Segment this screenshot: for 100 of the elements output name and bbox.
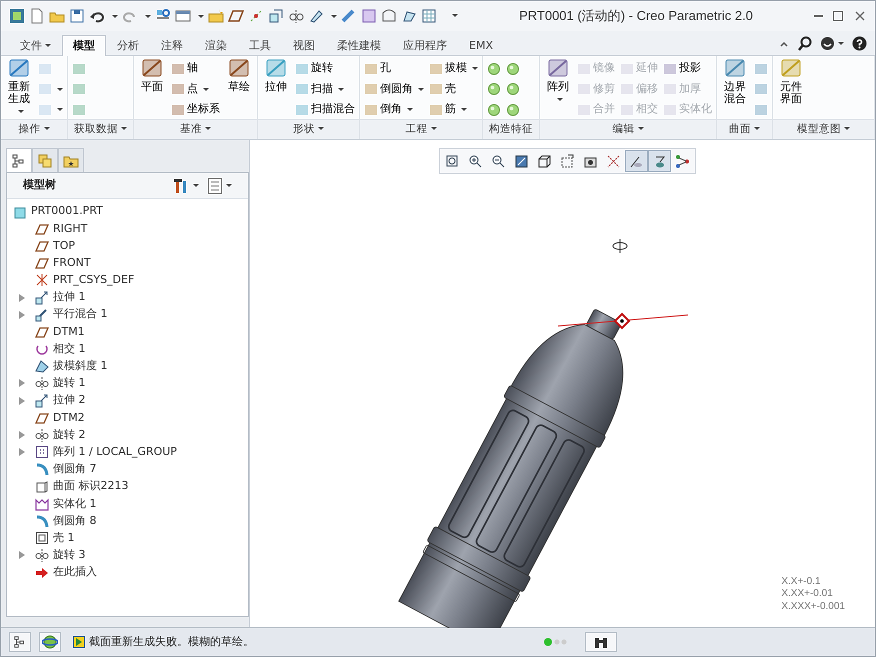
ribbon-button[interactable]: 倒圆角 — [363, 80, 425, 98]
show-button[interactable] — [207, 176, 232, 194]
ribbon-button[interactable]: 点 — [170, 80, 221, 98]
ribbon-tab[interactable]: EMX — [458, 34, 504, 56]
ribbon-tab[interactable]: 视图 — [282, 34, 326, 56]
community-button[interactable] — [820, 36, 844, 51]
tree-item[interactable]: PRT0001.PRT — [31, 203, 103, 220]
group-label-button[interactable]: 基准 — [134, 119, 257, 139]
expand-arrow[interactable] — [19, 431, 25, 440]
group-label-button[interactable]: 模型意图 — [773, 119, 874, 139]
new-file-button[interactable] — [29, 8, 45, 24]
expand-arrow[interactable] — [19, 448, 25, 456]
ribbon-button[interactable]: 筋 — [428, 100, 479, 119]
tree-item[interactable]: PRT_CSYS_DEF — [53, 272, 134, 289]
ribbon-button[interactable]: 拔模 — [428, 59, 479, 78]
group-label-button[interactable]: 编辑 — [540, 119, 716, 139]
tree-icon — [13, 635, 27, 649]
app-logo-button[interactable] — [9, 8, 25, 24]
tree-item[interactable]: 旋转 3 — [53, 547, 86, 564]
tree-item[interactable]: 曲面 标识2213 — [53, 478, 128, 495]
tree-item[interactable]: RIGHT — [53, 220, 88, 238]
tree-item[interactable]: DTM1 — [53, 324, 85, 340]
find-button[interactable] — [585, 632, 617, 652]
tree-toggle-button[interactable] — [9, 632, 31, 652]
surface-button[interactable] — [381, 8, 397, 24]
navigator-tab[interactable] — [6, 148, 32, 172]
group-label-button[interactable]: 操作 — [1, 119, 67, 139]
ribbon-button[interactable]: 边界混合 — [720, 59, 750, 119]
ribbon-button[interactable]: 元件界面 — [776, 59, 806, 119]
ribbon-tab[interactable]: 分析 — [106, 34, 150, 56]
group-label-button[interactable]: 形状 — [258, 119, 359, 139]
caret-icon — [205, 127, 211, 130]
ribbon-tab[interactable]: 注释 — [150, 34, 194, 56]
ribbon-tab[interactable]: 柔性建模 — [326, 34, 392, 56]
tree-filters-button[interactable] — [172, 176, 199, 194]
search-button[interactable] — [797, 36, 812, 51]
maximize-button[interactable] — [831, 9, 845, 23]
square-button[interactable] — [361, 8, 377, 24]
ribbon-button[interactable]: 孔 — [363, 59, 425, 78]
ribbon-button[interactable]: 坐标系 — [170, 100, 221, 119]
ribbon-tab[interactable]: 应用程序 — [392, 34, 458, 56]
cube-outline-button[interactable] — [268, 8, 284, 24]
browser-toggle-button[interactable] — [39, 632, 61, 652]
tree-item[interactable]: FRONT — [53, 254, 91, 272]
group-label-button[interactable]: 工程 — [360, 119, 482, 139]
tree-item[interactable]: 在此插入 — [53, 564, 97, 581]
ribbon-tab[interactable]: 模型 — [62, 34, 106, 56]
tree-item[interactable]: 倒圆角 8 — [53, 512, 96, 530]
tree-item[interactable]: 旋转 2 — [53, 426, 86, 444]
axis-dots-button[interactable] — [248, 8, 264, 24]
ribbon-tab[interactable]: 渲染 — [194, 34, 238, 56]
tree-item[interactable]: 拉伸 1 — [53, 289, 86, 306]
tree-item[interactable]: 壳 1 — [53, 530, 74, 546]
revolve-button[interactable] — [288, 8, 304, 24]
grid-button[interactable] — [421, 8, 437, 24]
tree-item[interactable]: 旋转 1 — [53, 375, 86, 392]
group-label-button[interactable]: 曲面 — [717, 119, 772, 139]
tree-item[interactable]: 平行混合 1 — [53, 306, 108, 323]
ribbon-tab[interactable]: 工具 — [238, 34, 282, 56]
ribbon-button[interactable]: 平面 — [137, 59, 167, 119]
ribbon-button[interactable]: 阵列 — [543, 59, 573, 119]
tree-item[interactable]: 实体化 1 — [53, 496, 96, 512]
expand-arrow[interactable] — [19, 310, 25, 319]
tree-item[interactable]: TOP — [53, 238, 76, 254]
expand-arrow[interactable] — [19, 379, 25, 388]
help-button[interactable] — [852, 36, 867, 51]
group-label-button[interactable]: 获取数据 — [68, 119, 133, 139]
save-disk-button[interactable] — [69, 8, 85, 24]
ribbon-button[interactable]: 壳 — [428, 80, 479, 98]
ribbon-button[interactable]: 投影 — [662, 59, 713, 78]
expand-arrow[interactable] — [19, 396, 25, 405]
window-button[interactable] — [175, 8, 191, 24]
tree-item[interactable]: 倒圆角 7 — [53, 461, 96, 478]
tree-item[interactable]: 拉伸 2 — [53, 392, 86, 409]
caret-icon — [57, 88, 63, 90]
sphere-icon — [487, 102, 501, 116]
tree-item[interactable]: 阵列 1 / LOCAL_GROUP — [53, 444, 177, 460]
expand-arrow[interactable] — [19, 294, 25, 302]
view-tool-button[interactable] — [648, 150, 671, 172]
close-button[interactable] — [853, 9, 867, 23]
expand-arrow[interactable] — [19, 551, 25, 560]
ribbon-button[interactable]: 草绘 — [224, 59, 254, 119]
caret-icon — [112, 14, 118, 18]
tool-icon — [754, 102, 768, 116]
tree-item[interactable]: 相交 1 — [53, 340, 86, 358]
tolerance-text: X.XXX+-0.001 — [781, 600, 845, 613]
parallelogram-button[interactable] — [228, 8, 244, 24]
ribbon-button[interactable]: 旋转 — [294, 59, 356, 78]
ribbon-button[interactable]: 倒角 — [363, 100, 425, 119]
tree-item[interactable]: 拔模斜度 1 — [53, 358, 108, 375]
ribbon-button[interactable]: 拉伸 — [261, 59, 291, 119]
surface-icon — [381, 8, 397, 24]
group-label-button[interactable]: 构造特征 — [483, 119, 539, 139]
folder-star-button[interactable] — [208, 8, 224, 24]
ribbon-button[interactable]: 轴 — [170, 59, 221, 78]
ribbon-tab[interactable]: 文件 — [9, 34, 62, 56]
tree-item[interactable]: DTM2 — [53, 410, 85, 426]
ribbon-button[interactable]: 重新生成 — [4, 59, 34, 119]
ribbon-button[interactable]: 扫描 — [294, 80, 356, 98]
ribbon-button[interactable]: 扫描混合 — [294, 100, 356, 119]
